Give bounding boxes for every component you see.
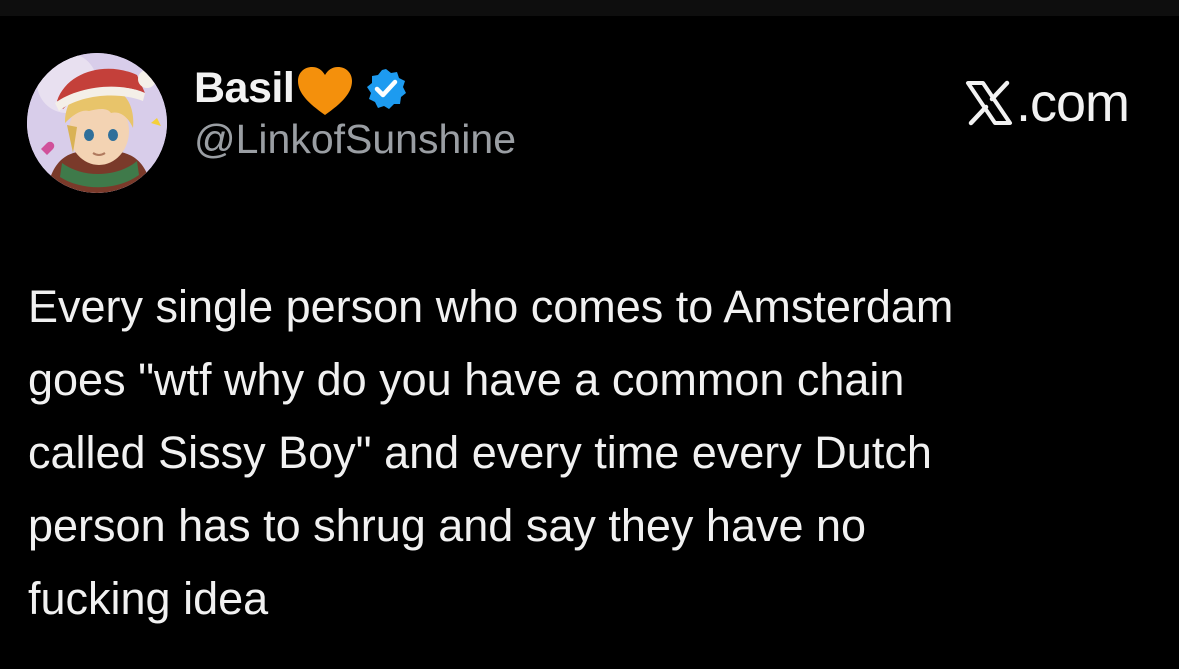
- x-logo-icon: [965, 80, 1012, 126]
- tweet-line: fucking idea: [28, 573, 269, 624]
- watermark-label: .com: [965, 72, 1130, 134]
- tweet-body: Every single person who comes to Amsterd…: [28, 270, 1148, 635]
- tweet-line: person has to shrug and say they have no: [28, 500, 867, 551]
- verified-badge-icon[interactable]: [364, 67, 408, 111]
- avatar-illustration-icon: [27, 53, 167, 193]
- author-name-row: Basil: [194, 58, 408, 118]
- tweet-line: goes "wtf why do you have a common chain: [28, 354, 905, 405]
- tweet-line: Every single person who comes to Amsterd…: [28, 281, 954, 332]
- top-strip: [0, 0, 1179, 16]
- orange-heart-icon: [298, 67, 353, 115]
- watermark-domain: .com: [1015, 73, 1130, 133]
- profile-avatar[interactable]: [27, 53, 167, 193]
- tweet-line: called Sissy Boy" and every time every D…: [28, 427, 932, 478]
- author-handle[interactable]: @LinkofSunshine: [194, 116, 516, 163]
- author-display-name[interactable]: Basil: [194, 64, 295, 113]
- tweet-card: Basil @LinkofSunshine .com Every single …: [0, 16, 1179, 669]
